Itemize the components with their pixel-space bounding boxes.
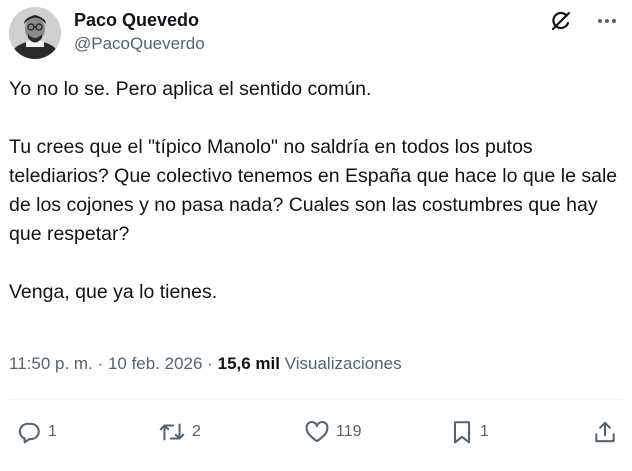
header-actions (546, 6, 622, 36)
author-handle[interactable]: @PacoQueverdo (74, 33, 205, 55)
views-label: Visualizaciones (284, 354, 402, 373)
bookmark-icon (450, 419, 474, 445)
meta-separator: · (207, 354, 213, 373)
tweet-paragraph: Yo no lo se. Pero aplica el sentido comú… (9, 78, 372, 100)
author-display-name[interactable]: Paco Quevedo (74, 9, 205, 31)
tweet-meta: 11:50 p. m. · 10 feb. 2026 · 15,6 mil Vi… (9, 353, 402, 375)
more-icon[interactable] (592, 6, 622, 36)
meta-separator: · (97, 354, 104, 373)
bookmark-count: 1 (480, 423, 489, 440)
tweet-time[interactable]: 11:50 p. m. (9, 354, 93, 373)
reply-icon (16, 419, 42, 445)
tweet-text: Yo no lo se. Pero aplica el sentido comú… (9, 75, 621, 307)
repost-button[interactable]: 2 (158, 418, 201, 446)
repost-count: 2 (192, 423, 201, 440)
reply-button[interactable]: 1 (16, 418, 57, 446)
tweet-paragraph: Venga, que ya lo tienes. (9, 281, 218, 303)
reply-count: 1 (48, 423, 57, 440)
bookmark-button[interactable]: 1 (450, 418, 489, 446)
divider (9, 399, 623, 400)
grok-icon[interactable] (546, 6, 576, 36)
tweet-paragraph: Tu crees que el "típico Manolo" no saldr… (9, 136, 618, 245)
share-icon (592, 419, 618, 445)
tweet-date[interactable]: 10 feb. 2026 (108, 354, 203, 373)
views-count: 15,6 mil (217, 354, 280, 373)
avatar[interactable] (9, 7, 61, 59)
heart-icon (304, 419, 330, 445)
author-block: Paco Quevedo @PacoQueverdo (74, 9, 205, 55)
like-button[interactable]: 119 (304, 418, 362, 446)
repost-icon (158, 419, 186, 445)
tweet-card: Paco Quevedo @PacoQueverdo Yo no lo se. … (0, 0, 632, 471)
share-button[interactable] (592, 418, 618, 446)
like-count: 119 (336, 423, 362, 440)
